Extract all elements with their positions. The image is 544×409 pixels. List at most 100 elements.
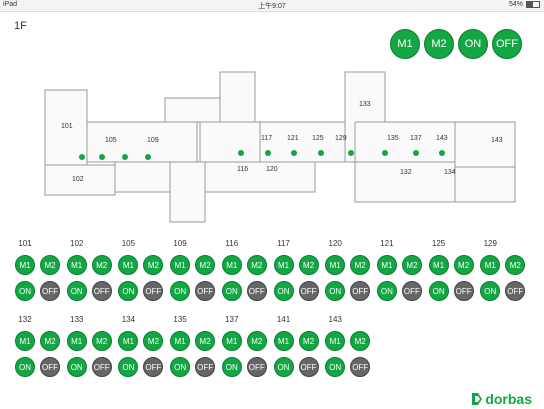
room-132-off-button[interactable]: OFF (40, 357, 60, 377)
room-105-m2-button[interactable]: M2 (143, 255, 164, 275)
room-101-m2-button[interactable]: M2 (40, 255, 60, 275)
room-121-off-button[interactable]: OFF (401, 281, 422, 301)
room-132-m1-button[interactable]: M1 (15, 331, 35, 351)
room-125-on-button[interactable]: ON (428, 281, 449, 301)
room-105-on-button[interactable]: ON (118, 281, 139, 301)
room-134-on-button[interactable]: ON (118, 357, 139, 377)
room-label-143: 143 (328, 315, 342, 324)
status-bar: iPad 上午9:07 54% (0, 0, 544, 12)
global-off-label[interactable]: OFF (492, 29, 522, 59)
global-m2-label[interactable]: M2 (424, 29, 454, 59)
room-120-m1-button[interactable]: M1 (325, 255, 346, 275)
room-121-on-button[interactable]: ON (376, 281, 397, 301)
room-102-on-button[interactable]: ON (66, 281, 87, 301)
room-141-off-button[interactable]: OFF (298, 357, 319, 377)
map-room-120: 120 (266, 166, 278, 173)
room-116-m2-button[interactable]: M2 (246, 255, 267, 275)
global-off-button[interactable]: OFF (492, 29, 522, 59)
room-143-m2-button[interactable]: M2 (350, 331, 371, 351)
room-label-109: 109 (173, 239, 187, 248)
room-137-off-button[interactable]: OFF (246, 357, 267, 377)
room-129-on-button[interactable]: ON (480, 281, 501, 301)
room-134-m1-button[interactable]: M1 (118, 331, 139, 351)
room-116-on-button[interactable]: ON (221, 281, 242, 301)
map-room-137: 137 (410, 135, 422, 142)
room-101-off-button[interactable]: OFF (40, 281, 60, 301)
room-133-on-button[interactable]: ON (66, 357, 87, 377)
room-117-off-button[interactable]: OFF (298, 281, 319, 301)
room-117-m2-button[interactable]: M2 (298, 255, 319, 275)
map-room-133: 133 (359, 101, 371, 108)
room-132-m2-button[interactable]: M2 (40, 331, 60, 351)
room-137-m2-button[interactable]: M2 (246, 331, 267, 351)
room-125-off-button[interactable]: OFF (453, 281, 474, 301)
global-m2-button[interactable]: M2 (424, 29, 454, 59)
room-label-125: 125 (431, 239, 446, 248)
room-137-m1-button[interactable]: M1 (221, 331, 242, 351)
room-135-m2-button[interactable]: M2 (195, 331, 216, 351)
room-101-on-button[interactable]: ON (15, 281, 35, 301)
map-room-143: 143 (491, 137, 503, 144)
room-134-off-button[interactable]: OFF (143, 357, 164, 377)
room-135-m1-button[interactable]: M1 (170, 331, 191, 351)
global-on-label[interactable]: ON (458, 29, 488, 59)
room-105-m1-button[interactable]: M1 (118, 255, 139, 275)
room-141-m2-button[interactable]: M2 (298, 331, 319, 351)
room-label-105: 105 (121, 239, 136, 248)
room-109-on-button[interactable]: ON (170, 281, 191, 301)
room-141-on-button[interactable]: ON (273, 357, 294, 377)
room-109-m1-button[interactable]: M1 (170, 255, 191, 275)
room-label-101: 101 (18, 239, 32, 248)
global-m1-button[interactable]: M1 (390, 29, 420, 59)
room-125-m1-button[interactable]: M1 (428, 255, 449, 275)
room-117-on-button[interactable]: ON (273, 281, 294, 301)
room-135-off-button[interactable]: OFF (195, 357, 216, 377)
room-label-121: 121 (380, 239, 394, 248)
room-129-m1-button[interactable]: M1 (480, 255, 501, 275)
room-label-117: 117 (277, 239, 290, 248)
room-134-m2-button[interactable]: M2 (143, 331, 164, 351)
status-time: 上午9:07 (258, 3, 286, 10)
room-116-off-button[interactable]: OFF (246, 281, 267, 301)
room-129-m2-button[interactable]: M2 (505, 255, 526, 275)
room-120-off-button[interactable]: OFF (350, 281, 371, 301)
room-129-off-button[interactable]: OFF (505, 281, 526, 301)
battery-icon (526, 1, 540, 8)
room-109-off-button[interactable]: OFF (195, 281, 216, 301)
room-133-m1-button[interactable]: M1 (66, 331, 87, 351)
room-143-off-button[interactable]: OFF (350, 357, 371, 377)
room-135-on-button[interactable]: ON (170, 357, 191, 377)
room-116-m1-button[interactable]: M1 (221, 255, 242, 275)
map-room-105: 105 (105, 137, 117, 144)
room-102-m2-button[interactable]: M2 (91, 255, 112, 275)
room-102-off-button[interactable]: OFF (91, 281, 112, 301)
room-109-m2-button[interactable]: M2 (195, 255, 216, 275)
room-121-m1-button[interactable]: M1 (376, 255, 397, 275)
global-on-button[interactable]: ON (458, 29, 488, 59)
room-label-141: 141 (276, 315, 291, 324)
room-133-off-button[interactable]: OFF (91, 357, 112, 377)
room-143-m1-button[interactable]: M1 (325, 331, 346, 351)
map-room-117: 117 (261, 135, 273, 142)
room-133-m2-button[interactable]: M2 (91, 331, 112, 351)
room-125-m2-button[interactable]: M2 (453, 255, 474, 275)
room-120-m2-button[interactable]: M2 (350, 255, 371, 275)
map-room-125: 125 (312, 135, 324, 142)
room-102-m1-button[interactable]: M1 (66, 255, 87, 275)
room-143-on-button[interactable]: ON (325, 357, 346, 377)
room-120-on-button[interactable]: ON (325, 281, 346, 301)
room-137-on-button[interactable]: ON (221, 357, 242, 377)
map-room-116: 116 (237, 166, 249, 173)
room-121-m2-button[interactable]: M2 (401, 255, 422, 275)
global-m1-label[interactable]: M1 (390, 29, 420, 59)
room-132-on-button[interactable]: ON (15, 357, 35, 377)
map-room-129: 129 (335, 135, 347, 142)
brand-name: dorbas (485, 391, 532, 407)
room-101-m1-button[interactable]: M1 (15, 255, 35, 275)
room-141-m1-button[interactable]: M1 (273, 331, 294, 351)
room-105-off-button[interactable]: OFF (143, 281, 164, 301)
room-label-102: 102 (70, 239, 84, 248)
brand-logo: dorbas (472, 391, 532, 407)
map-room-101: 101 (61, 123, 73, 130)
room-117-m1-button[interactable]: M1 (273, 255, 294, 275)
